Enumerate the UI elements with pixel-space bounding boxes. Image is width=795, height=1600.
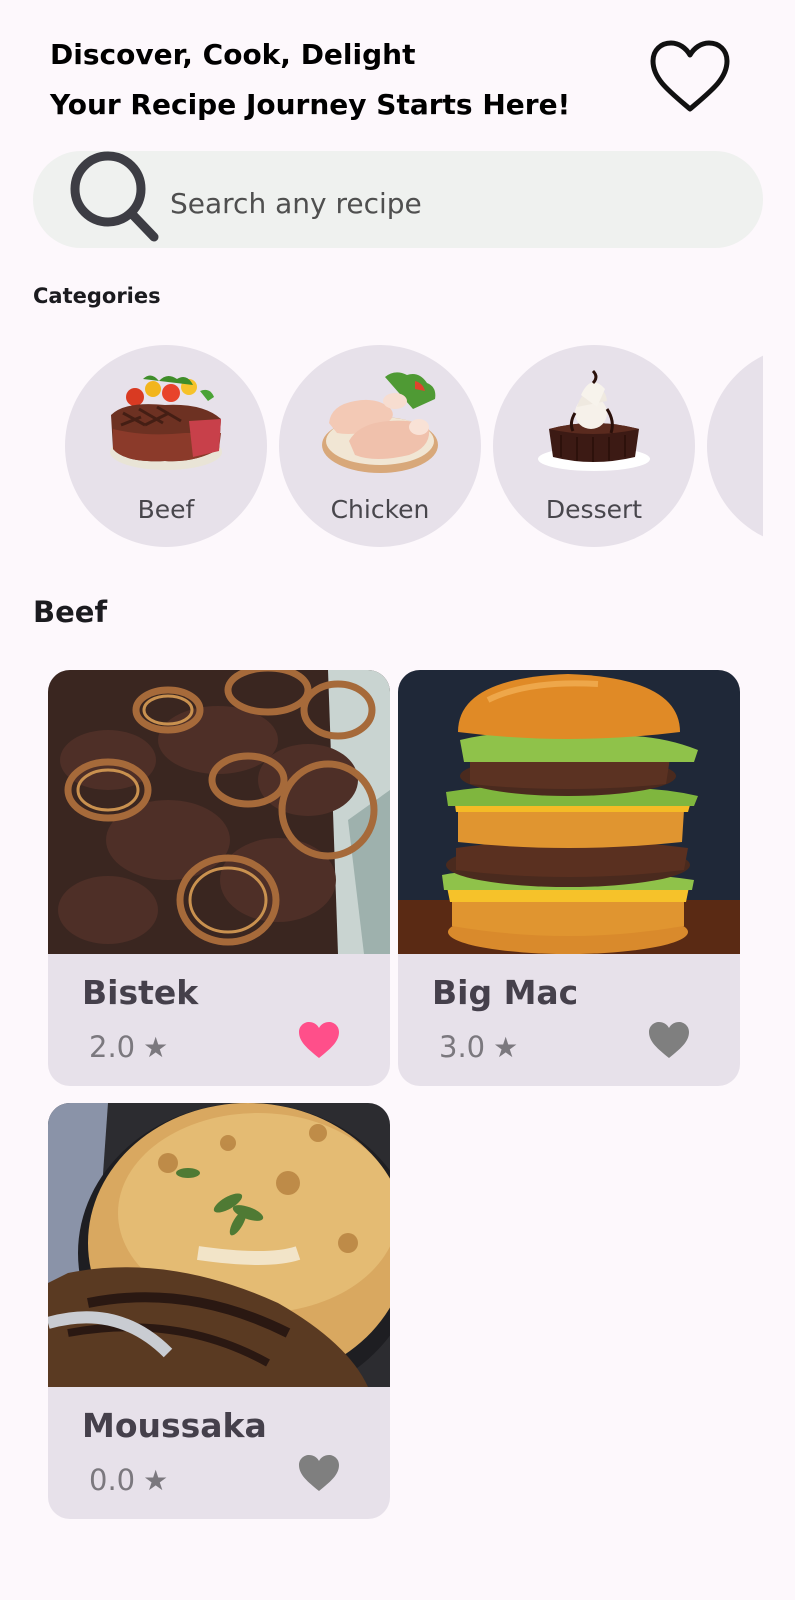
favorite-button[interactable] (296, 1450, 342, 1496)
favorite-button[interactable] (296, 1017, 342, 1063)
category-label: Chicken (330, 495, 430, 524)
search-bar[interactable] (33, 151, 763, 248)
heart-filled-icon (649, 1022, 689, 1058)
header: Discover, Cook, Delight Your Recipe Jour… (50, 30, 610, 130)
chicken-thumbnail (322, 372, 438, 473)
recipe-rating: 3.0 ★ (439, 1030, 518, 1064)
recipe-card-bistek[interactable]: Bistek 2.0 ★ (48, 670, 390, 1086)
recipe-name: Bistek (82, 973, 199, 1012)
favorites-button[interactable] (645, 34, 735, 118)
dessert-thumbnail (538, 369, 650, 471)
beef-thumbnail (110, 375, 222, 470)
big-mac-image (398, 670, 740, 954)
star-icon: ★ (493, 1031, 519, 1064)
category-label: Dessert (545, 495, 643, 524)
bistek-image (48, 670, 390, 954)
star-icon: ★ (143, 1031, 169, 1064)
recipe-name: Moussaka (82, 1406, 267, 1445)
recipe-card-big-mac[interactable]: Big Mac 3.0 ★ (398, 670, 740, 1086)
categories-label: Categories (33, 284, 161, 308)
category-label: Beef (137, 495, 195, 524)
category-chicken[interactable]: Chicken (279, 345, 481, 547)
star-icon: ★ (143, 1464, 169, 1497)
header-title-line2: Your Recipe Journey Starts Here! (50, 88, 571, 121)
header-title-line1: Discover, Cook, Delight (50, 38, 416, 71)
rating-value: 0.0 (89, 1463, 136, 1497)
recipe-name: Big Mac (432, 973, 579, 1012)
recipe-rating: 2.0 ★ (89, 1030, 168, 1064)
recipe-rating: 0.0 ★ (89, 1463, 168, 1497)
heart-filled-icon (299, 1455, 339, 1491)
selected-category-heading: Beef (33, 595, 108, 629)
search-input[interactable] (170, 175, 730, 225)
heart-outline-icon (650, 40, 730, 112)
search-icon (70, 151, 159, 242)
heart-filled-icon (299, 1022, 339, 1058)
category-item[interactable] (707, 345, 763, 547)
rating-value: 3.0 (439, 1030, 486, 1064)
favorite-button[interactable] (646, 1017, 692, 1063)
category-list[interactable]: Beef Chicken Dessert (33, 345, 763, 550)
recipe-card-moussaka[interactable]: Moussaka 0.0 ★ (48, 1103, 390, 1519)
category-dessert[interactable]: Dessert (493, 345, 695, 547)
rating-value: 2.0 (89, 1030, 136, 1064)
category-beef[interactable]: Beef (65, 345, 267, 547)
moussaka-image (48, 1103, 390, 1387)
